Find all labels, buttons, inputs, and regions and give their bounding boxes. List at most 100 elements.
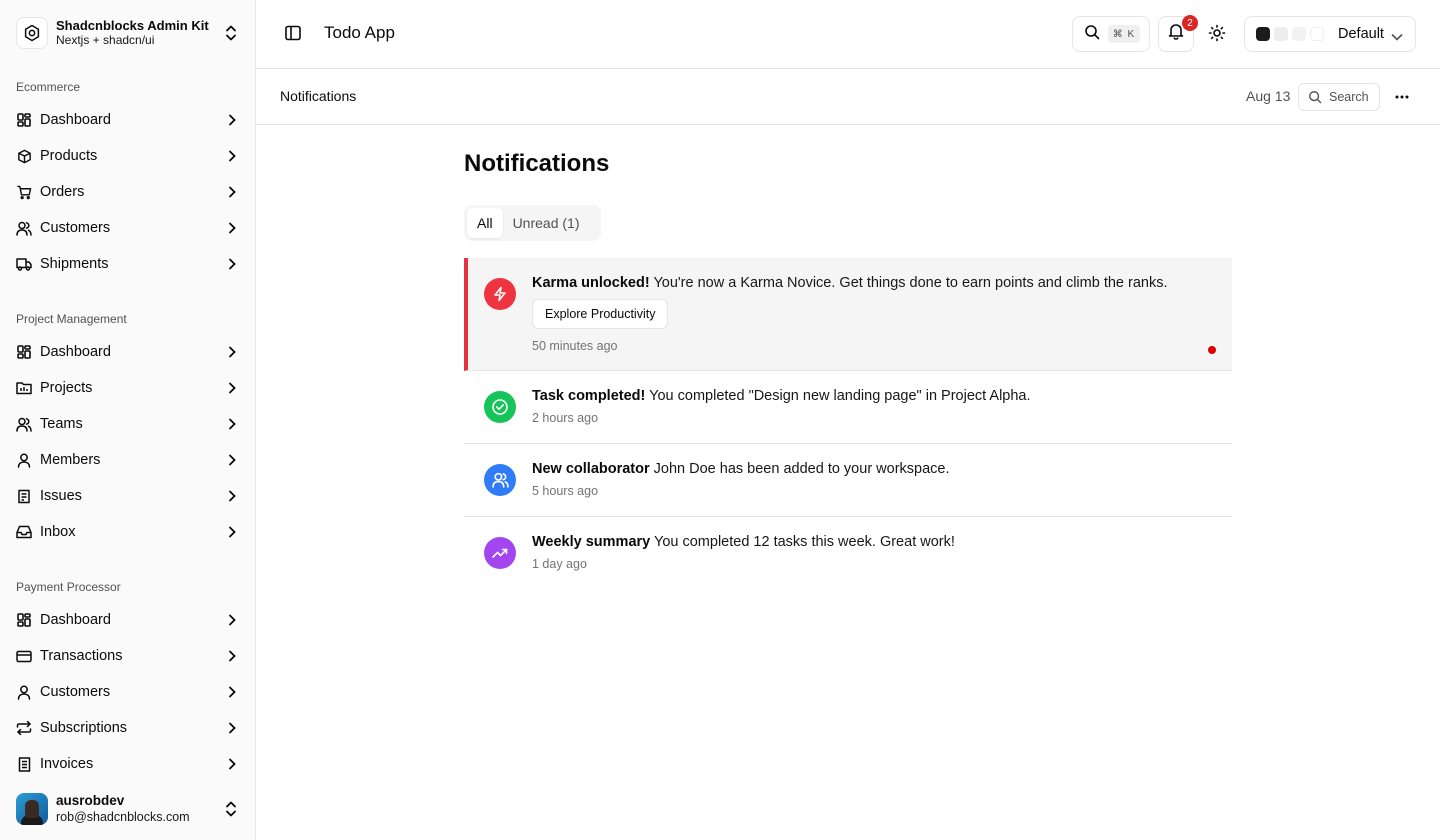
- clipboard-icon: [16, 488, 32, 504]
- group-label-payment-processor: Payment Processor: [16, 580, 121, 594]
- zap-icon: [484, 278, 516, 310]
- sidebar-item-invoices[interactable]: Invoices: [8, 748, 248, 780]
- sidebar-item-label: Invoices: [40, 756, 94, 772]
- notification-item[interactable]: Task completed! You completed "Design ne…: [464, 371, 1232, 444]
- sidebar-item-label: Dashboard: [40, 612, 111, 628]
- sun-icon[interactable]: [1208, 24, 1226, 47]
- sidebar-item-members[interactable]: Members: [8, 444, 248, 476]
- notification-time: 1 day ago: [532, 557, 587, 571]
- user-email: rob@shadcnblocks.com: [56, 810, 190, 824]
- sidebar-item-label: Subscriptions: [40, 720, 128, 736]
- package-icon: [16, 148, 32, 164]
- chevron-right-icon: [228, 258, 236, 274]
- chevron-right-icon: [228, 686, 236, 702]
- sidebar-item-label: Shipments: [40, 256, 109, 272]
- team-switcher[interactable]: Shadcnblocks Admin Kit Nextjs + shadcn/u…: [8, 10, 248, 56]
- search-button[interactable]: Search: [1298, 83, 1380, 111]
- sub-header: Notifications Aug 13 Search: [256, 69, 1440, 125]
- chevron-right-icon: [228, 722, 236, 738]
- sidebar-item-customers[interactable]: Customers: [8, 212, 248, 244]
- notification-item[interactable]: Weekly summary You completed 12 tasks th…: [464, 517, 1232, 590]
- notification-item[interactable]: Karma unlocked! You're now a Karma Novic…: [464, 258, 1232, 371]
- sidebar-item-label: Products: [40, 148, 98, 164]
- sidebar-item-projects[interactable]: Projects: [8, 372, 248, 404]
- sidebar-item-teams[interactable]: Teams: [8, 408, 248, 440]
- truck-icon: [16, 256, 32, 272]
- chevron-right-icon: [228, 222, 236, 238]
- notification-message: Karma unlocked! You're now a Karma Novic…: [532, 275, 1168, 291]
- notification-time: 2 hours ago: [532, 411, 599, 425]
- search-icon: [1084, 24, 1100, 45]
- sidebar-item-label: Members: [40, 452, 101, 468]
- keyboard-shortcut: ⌘ K: [1108, 25, 1140, 43]
- tab-all[interactable]: All: [467, 208, 503, 238]
- sidebar-item-products[interactable]: Products: [8, 140, 248, 172]
- color-swatch: [1292, 27, 1306, 41]
- sidebar-item-label: Customers: [40, 220, 111, 236]
- sidebar-item-inbox[interactable]: Inbox: [8, 516, 248, 548]
- theme-preset-label: Default: [1338, 26, 1384, 42]
- notification-body: John Doe has been added to your workspac…: [653, 461, 950, 477]
- sidebar-item-label: Inbox: [40, 524, 76, 540]
- page-title: Notifications: [464, 150, 610, 177]
- brand-title: Shadcnblocks Admin Kit: [56, 18, 209, 33]
- dashboard-icon: [16, 112, 32, 128]
- sidebar-item-label: Dashboard: [40, 344, 111, 360]
- unread-indicator: [1208, 346, 1216, 354]
- tab-unread[interactable]: Unread (1): [503, 208, 590, 238]
- notifications-button[interactable]: 2: [1158, 15, 1198, 52]
- sidebar-item-label: Issues: [40, 488, 82, 504]
- chevron-right-icon: [228, 490, 236, 506]
- sidebar-item-label: Customers: [40, 684, 111, 700]
- sidebar-item-issues[interactable]: Issues: [8, 480, 248, 512]
- notification-message: Weekly summary You completed 12 tasks th…: [532, 534, 955, 550]
- dashboard-icon: [16, 612, 32, 628]
- folder-icon: [16, 380, 32, 396]
- sidebar-item-label: Dashboard: [40, 112, 111, 128]
- app-title: Todo App: [324, 23, 395, 42]
- command-search-button[interactable]: ⌘ K: [1072, 16, 1150, 52]
- color-swatch: [1256, 27, 1270, 41]
- user-menu[interactable]: ausrobdev rob@shadcnblocks.com: [8, 786, 248, 832]
- color-swatch: [1274, 27, 1288, 41]
- sidebar-item-label: Teams: [40, 416, 83, 432]
- chevron-right-icon: [228, 650, 236, 666]
- users-icon: [484, 464, 516, 496]
- sidebar-item-payments-dashboard[interactable]: Dashboard: [8, 604, 248, 636]
- sidebar-item-label: Transactions: [40, 648, 123, 664]
- chevron-right-icon: [228, 526, 236, 542]
- more-horizontal-icon[interactable]: [1394, 89, 1410, 110]
- explore-productivity-button[interactable]: Explore Productivity: [532, 299, 669, 329]
- chevron-right-icon: [228, 454, 236, 470]
- sidebar-item-payment-customers[interactable]: Customers: [8, 676, 248, 708]
- sidebar-item-transactions[interactable]: Transactions: [8, 640, 248, 672]
- check-circle-icon: [484, 391, 516, 423]
- theme-preset-select[interactable]: Default: [1244, 16, 1416, 52]
- chevron-right-icon: [228, 614, 236, 630]
- notification-title: New collaborator: [532, 461, 650, 477]
- notification-item[interactable]: New collaborator John Doe has been added…: [464, 444, 1232, 517]
- repeat-icon: [16, 720, 32, 736]
- sidebar-item-subscriptions[interactable]: Subscriptions: [8, 712, 248, 744]
- notification-body: You're now a Karma Novice. Get things do…: [653, 275, 1168, 291]
- brand-subtitle: Nextjs + shadcn/ui: [56, 33, 155, 47]
- notification-time: 50 minutes ago: [532, 339, 618, 353]
- sidebar-item-ecommerce-dashboard[interactable]: Dashboard: [8, 104, 248, 136]
- sidebar-toggle-icon[interactable]: [284, 24, 302, 47]
- sidebar-item-pm-dashboard[interactable]: Dashboard: [8, 336, 248, 368]
- chevron-right-icon: [228, 186, 236, 202]
- notification-body: You completed 12 tasks this week. Great …: [654, 534, 955, 550]
- notification-time: 5 hours ago: [532, 484, 599, 498]
- chevrons-up-down-icon: [224, 800, 238, 823]
- receipt-icon: [16, 756, 32, 772]
- user-icon: [16, 452, 32, 468]
- sidebar-item-orders[interactable]: Orders: [8, 176, 248, 208]
- color-swatch: [1310, 27, 1324, 41]
- user-icon: [16, 684, 32, 700]
- sidebar-item-shipments[interactable]: Shipments: [8, 248, 248, 280]
- chevron-right-icon: [228, 382, 236, 398]
- notification-title: Task completed!: [532, 388, 646, 404]
- top-header: Todo App ⌘ K 2 Default: [256, 0, 1440, 69]
- dashboard-icon: [16, 344, 32, 360]
- notification-title: Karma unlocked!: [532, 275, 650, 291]
